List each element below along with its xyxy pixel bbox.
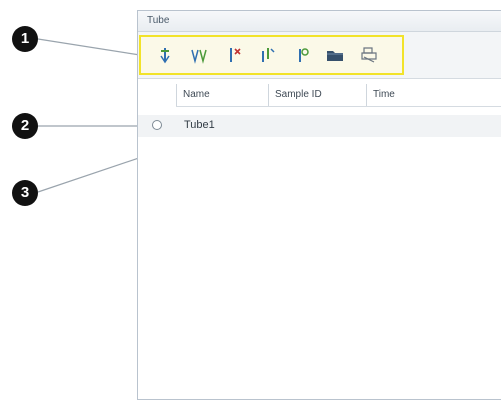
column-sample-id[interactable]: Sample ID [268,84,366,106]
delete-tube-icon [230,48,241,62]
table-header: Name Sample ID Time [176,84,501,107]
callout-line-1 [37,38,141,56]
tube-toolbar [139,35,404,75]
open-folder-icon [327,51,343,61]
table-row[interactable]: Tube1 [138,115,501,137]
panel-title: Tube [138,11,501,32]
toolbar-area [138,32,501,79]
new-tube-button[interactable] [153,43,177,67]
import-tube-icon [299,48,309,62]
new-tube-icon [160,48,170,64]
column-name[interactable]: Name [176,84,268,106]
duplicate-tube-icon [262,48,275,62]
row-name: Tube1 [184,119,215,131]
print-button[interactable] [357,43,381,67]
open-folder-button[interactable] [323,43,347,67]
tube-panel: Tube Name Sample ID Time Tube1 [137,10,501,400]
column-time[interactable]: Time [366,84,501,106]
delete-tube-button[interactable] [221,43,245,67]
callout-2: 2 [12,113,38,139]
duplicate-tube-button[interactable] [255,43,279,67]
screenshot-stage: 1 2 3 Tube Name Sample ID Time Tube1 [0,0,501,400]
tube-rack-button[interactable] [187,43,211,67]
row-status-icon[interactable] [152,120,162,130]
callout-1: 1 [12,26,38,52]
callout-3: 3 [12,180,38,206]
tube-rack-icon [191,49,207,64]
print-icon [361,47,377,63]
import-tube-button[interactable] [289,43,313,67]
